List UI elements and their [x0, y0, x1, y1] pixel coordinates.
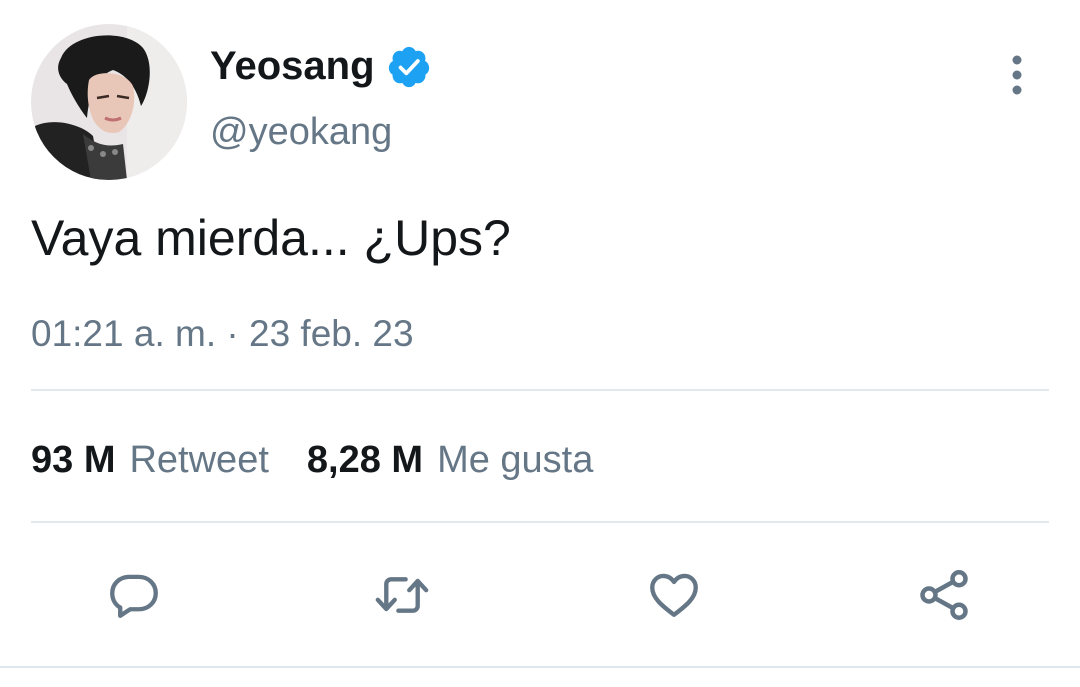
retweet-label: Retweet [129, 439, 269, 481]
retweet-icon [375, 577, 429, 613]
retweet-stat[interactable]: 93 M Retweet [31, 436, 269, 484]
tweet-card: Yeosang @yeokang Vaya mierda... ¿Ups? 01… [0, 0, 1080, 687]
divider [31, 521, 1049, 523]
retweet-button[interactable] [372, 564, 432, 626]
verified-badge-icon [386, 44, 432, 90]
tweet-text: Vaya mierda... ¿Ups? [31, 210, 511, 266]
heart-icon [650, 573, 698, 617]
avatar[interactable] [31, 24, 187, 180]
divider [0, 666, 1080, 668]
user-handle[interactable]: @yeokang [210, 108, 392, 156]
like-button[interactable] [644, 564, 704, 626]
more-options-icon[interactable] [1000, 54, 1034, 96]
like-stat[interactable]: 8,28 M Me gusta [307, 436, 593, 484]
display-name[interactable]: Yeosang [210, 42, 375, 90]
comment-icon [110, 574, 158, 618]
like-count: 8,28 M [306, 439, 424, 481]
share-button[interactable] [914, 564, 974, 626]
tweet-timestamp[interactable]: 01:21 a. m. · 23 feb. 23 [31, 312, 414, 356]
share-icon [920, 570, 968, 620]
tweet-stats: 93 M Retweet 8,28 M Me gusta [31, 436, 593, 484]
reply-button[interactable] [104, 564, 164, 626]
like-label: Me gusta [437, 439, 594, 481]
divider [31, 389, 1049, 391]
retweet-count: 93 M [31, 439, 116, 481]
